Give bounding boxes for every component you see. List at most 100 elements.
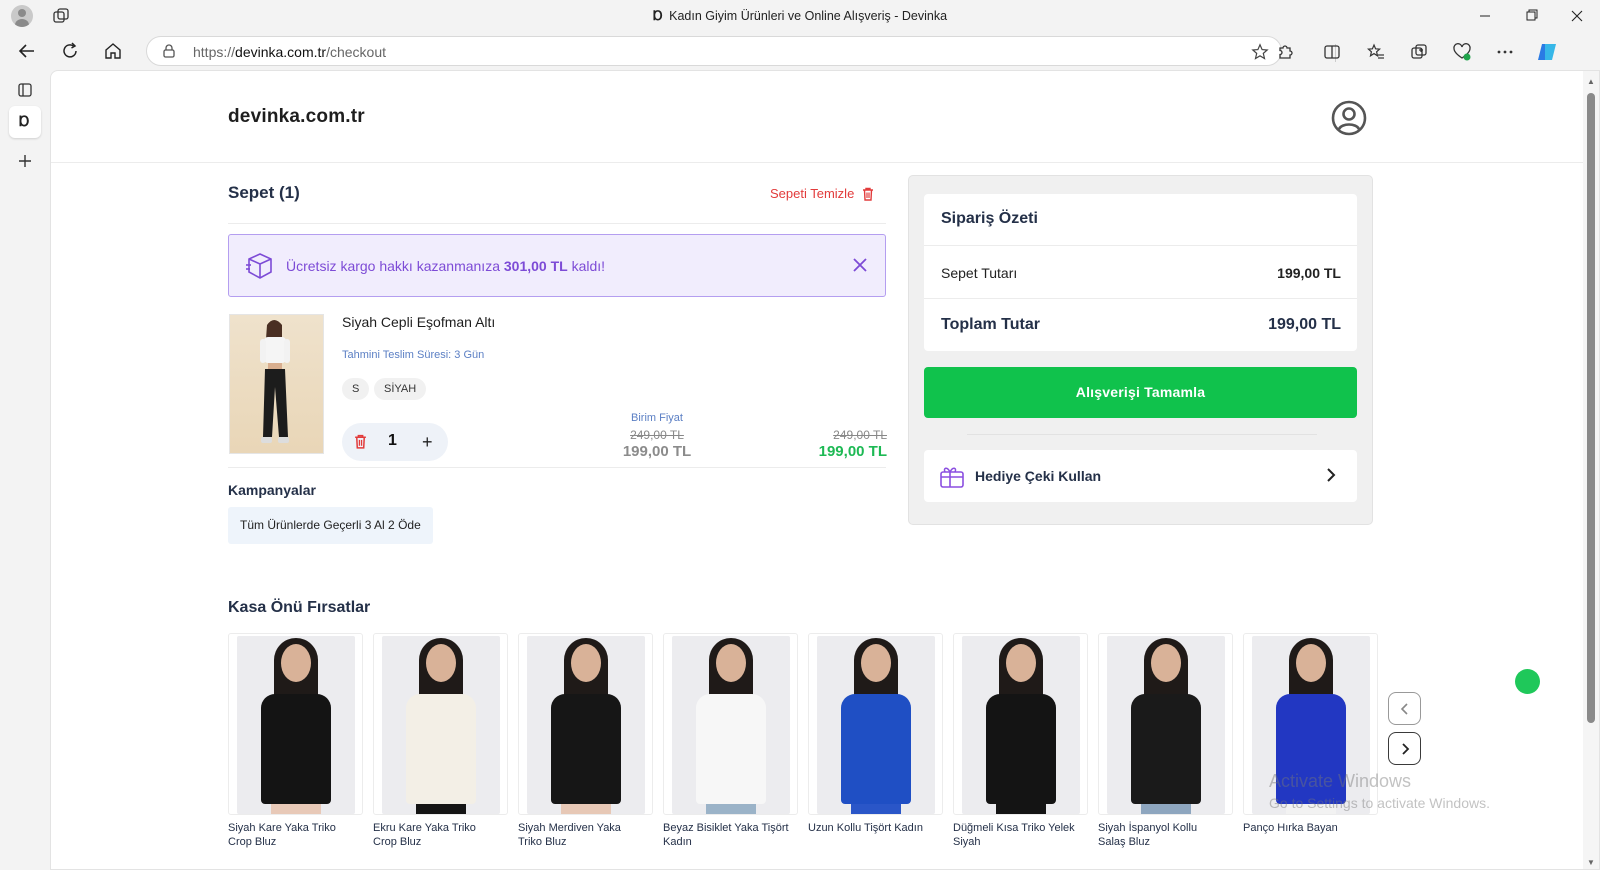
- divider: [228, 223, 886, 224]
- gift-icon: [939, 463, 965, 489]
- star-icon[interactable]: [1251, 43, 1269, 61]
- deal-product-card[interactable]: Siyah İspanyol Kollu Salaş Bluz: [1098, 633, 1235, 869]
- photo-head: [281, 644, 311, 682]
- campaign-badge[interactable]: Tüm Ürünlerde Geçerli 3 Al 2 Öde: [228, 507, 433, 544]
- photo-top: [406, 694, 476, 804]
- url-text[interactable]: https://devinka.com.tr/checkout: [193, 44, 386, 60]
- site-header: devinka.com.tr: [51, 71, 1585, 163]
- deal-product-image[interactable]: [373, 633, 508, 815]
- chat-widget-button[interactable]: [1515, 669, 1540, 694]
- vertical-tab-strip: Ɒ: [0, 70, 50, 870]
- increase-quantity-button[interactable]: +: [422, 432, 433, 453]
- deal-product-card[interactable]: Siyah Merdiven Yaka Triko Bluz: [518, 633, 655, 869]
- total-label: Toplam Tutar: [941, 316, 1040, 333]
- color-chip: SİYAH: [374, 378, 427, 400]
- window-title: Ɒ Kadın Giyim Ürünleri ve Online Alışveri…: [0, 8, 1600, 24]
- photo-top: [1131, 694, 1201, 804]
- carousel-prev-button[interactable]: [1388, 692, 1421, 725]
- deal-product-title[interactable]: Düğmeli Kısa Triko Yelek Siyah: [953, 821, 1081, 849]
- clear-cart-button[interactable]: Sepeti Temizle: [770, 186, 874, 201]
- deal-product-title[interactable]: Siyah Kare Yaka Triko Crop Bluz: [228, 821, 356, 849]
- deal-product-image[interactable]: [1098, 633, 1233, 815]
- deal-product-image[interactable]: [808, 633, 943, 815]
- close-icon[interactable]: [853, 258, 867, 272]
- deal-product-image[interactable]: [228, 633, 363, 815]
- product-photo: [1107, 636, 1225, 814]
- complete-order-button[interactable]: Alışverişi Tamamla: [924, 367, 1357, 418]
- user-account-icon[interactable]: [1330, 99, 1368, 137]
- home-icon[interactable]: [99, 37, 127, 65]
- deal-product-card[interactable]: Panço Hırka Bayan: [1243, 633, 1380, 869]
- deal-product-image[interactable]: [518, 633, 653, 815]
- product-photo: [672, 636, 790, 814]
- site-logo[interactable]: devinka.com.tr: [228, 106, 365, 128]
- deal-product-card[interactable]: Ekru Kare Yaka Triko Crop Bluz: [373, 633, 510, 869]
- split-screen-icon[interactable]: [1320, 40, 1344, 64]
- deal-product-title[interactable]: Siyah İspanyol Kollu Salaş Bluz: [1098, 821, 1226, 849]
- minimize-button[interactable]: [1462, 0, 1508, 32]
- close-window-button[interactable]: [1554, 0, 1600, 32]
- divider: [967, 434, 1317, 435]
- new-tab-icon[interactable]: [9, 145, 41, 177]
- free-shipping-banner: Ücretsiz kargo hakkı kazanmanıza 301,00 …: [228, 234, 886, 297]
- collections-icon[interactable]: [1407, 40, 1431, 64]
- deal-product-card[interactable]: Beyaz Bisiklet Yaka Tişört Kadın: [663, 633, 800, 869]
- quantity-stepper: 1 +: [342, 423, 448, 461]
- windows-watermark-text: Go to Settings to activate Windows.: [1269, 795, 1490, 811]
- order-summary-card: Sipariş Özeti Sepet Tutarı 199,00 TL Top…: [924, 194, 1357, 351]
- subtotal-label: Sepet Tutarı: [941, 265, 1018, 281]
- deal-product-title[interactable]: Siyah Merdiven Yaka Triko Bluz: [518, 821, 646, 849]
- free-shipping-text: Ücretsiz kargo hakkı kazanmanıza 301,00 …: [286, 258, 605, 274]
- photo-top: [551, 694, 621, 804]
- lock-icon[interactable]: [161, 43, 177, 59]
- deal-product-title[interactable]: Beyaz Bisiklet Yaka Tişört Kadın: [663, 821, 791, 849]
- active-tab[interactable]: Ɒ: [9, 106, 41, 138]
- deal-product-title[interactable]: Panço Hırka Bayan: [1243, 821, 1371, 835]
- deal-product-image[interactable]: [663, 633, 798, 815]
- photo-top: [841, 694, 911, 804]
- refresh-icon[interactable]: [56, 37, 84, 65]
- quantity-value: 1: [388, 432, 397, 449]
- gift-voucher-label: Hediye Çeki Kullan: [975, 468, 1102, 484]
- deal-product-title[interactable]: Ekru Kare Yaka Triko Crop Bluz: [373, 821, 501, 849]
- photo-head: [1006, 644, 1036, 682]
- deal-product-card[interactable]: Siyah Kare Yaka Triko Crop Bluz: [228, 633, 365, 869]
- window-title-text: Kadın Giyim Ürünleri ve Online Alışveriş…: [669, 9, 948, 23]
- product-image[interactable]: [229, 314, 324, 454]
- scrollbar-thumb[interactable]: [1587, 93, 1595, 723]
- extensions-icon[interactable]: [1273, 40, 1297, 64]
- photo-head: [1296, 644, 1326, 682]
- tab-favicon: Ɒ: [19, 113, 30, 129]
- trash-icon: [862, 187, 874, 201]
- unit-price-label: Birim Fiyat: [631, 412, 683, 424]
- windows-watermark-title: Activate Windows: [1269, 771, 1412, 791]
- performance-icon[interactable]: [1450, 40, 1474, 64]
- remove-item-icon[interactable]: [354, 434, 367, 449]
- campaigns-title: Kampanyalar: [228, 482, 316, 498]
- photo-top: [986, 694, 1056, 804]
- deal-product-card[interactable]: Uzun Kollu Tişört Kadın: [808, 633, 945, 869]
- favorites-icon[interactable]: [1364, 40, 1388, 64]
- scroll-up-arrow-icon[interactable]: ▲: [1587, 77, 1595, 86]
- cart-title: Sepet (1): [228, 183, 300, 202]
- back-icon[interactable]: [13, 37, 41, 65]
- product-name[interactable]: Siyah Cepli Eşofman Altı: [342, 314, 495, 330]
- deal-product-image[interactable]: [953, 633, 1088, 815]
- gift-voucher-button[interactable]: Hediye Çeki Kullan: [924, 450, 1357, 502]
- address-bar[interactable]: https://devinka.com.tr/checkout: [146, 36, 1282, 66]
- deal-product-title[interactable]: Uzun Kollu Tişört Kadın: [808, 821, 936, 835]
- product-photo: [962, 636, 1080, 814]
- page-scrollbar[interactable]: ▲ ▼: [1583, 71, 1599, 869]
- scroll-down-arrow-icon[interactable]: ▼: [1587, 858, 1595, 867]
- photo-head: [716, 644, 746, 682]
- photo-top: [696, 694, 766, 804]
- total-value: 199,00 TL: [1268, 316, 1341, 333]
- carousel-next-button[interactable]: [1388, 732, 1421, 765]
- restore-button[interactable]: [1508, 0, 1554, 32]
- summary-title: Sipariş Özeti: [941, 210, 1038, 227]
- tab-actions-icon[interactable]: [9, 74, 41, 106]
- deal-product-card[interactable]: Düğmeli Kısa Triko Yelek Siyah: [953, 633, 1090, 869]
- unit-price-new: 199,00 TL: [622, 443, 692, 460]
- more-icon[interactable]: [1493, 40, 1517, 64]
- copilot-icon[interactable]: [1535, 40, 1559, 64]
